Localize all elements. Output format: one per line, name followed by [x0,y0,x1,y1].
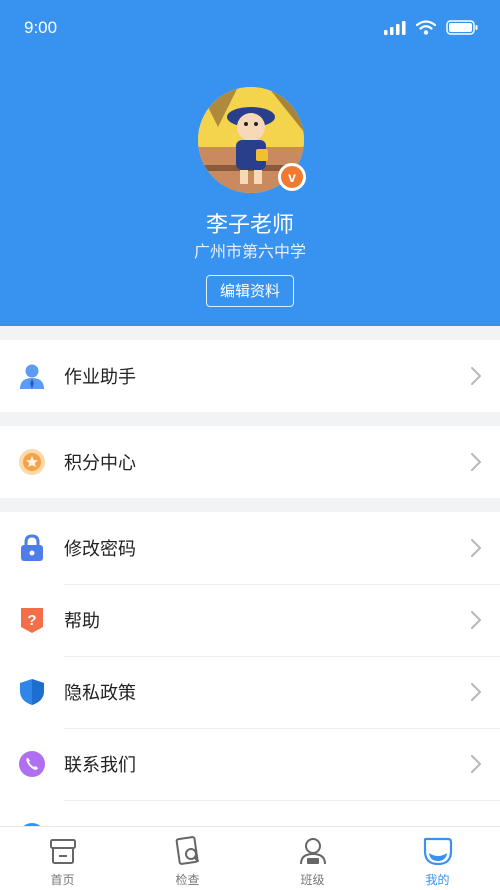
person-icon [20,364,44,389]
tab-class[interactable]: 班级 [250,827,375,890]
status-time: 9:00 [24,18,58,37]
menu-item-contact[interactable]: 联系我们 [0,728,500,800]
tab-mine[interactable]: 我的 [375,827,500,890]
menu-group-settings: 修改密码 ? 帮助 隐私政策 联系我们 [0,512,500,826]
menu-item-label: 帮助 [64,611,100,632]
tab-label: 我的 [425,873,450,887]
wifi-icon [416,20,436,35]
verified-badge: v [278,163,306,191]
shield-icon [20,679,44,705]
check-icon [175,836,199,865]
tab-label: 检查 [175,873,200,887]
svg-text:?: ? [27,612,36,629]
edit-profile-button[interactable]: 编辑资料 [206,275,294,307]
help-icon: ? [21,608,43,633]
chevron-right-icon [471,683,482,701]
chevron-right-icon [471,755,482,773]
signal-icon [384,20,406,35]
chevron-right-icon [471,539,482,557]
menu-item-partial[interactable] [0,800,500,826]
school-name: 广州市第六中学 [193,242,306,261]
phone-icon [19,751,45,777]
menu-item-help[interactable]: ? 帮助 [0,584,500,656]
status-bar: 9:00 [0,0,500,60]
teacher-name: 李子老师 [205,213,294,238]
menu-item-label: 隐私政策 [64,683,136,704]
tab-label: 首页 [50,873,75,887]
menu-item-privacy[interactable]: 隐私政策 [0,656,500,728]
menu-item-label: 积分中心 [64,453,136,474]
menu-item-homework[interactable]: 作业助手 [0,340,500,412]
menu-group-homework: 作业助手 [0,340,500,412]
menu-item-points[interactable]: 积分中心 [0,426,500,498]
points-coin-icon [19,449,45,475]
menu-group-points: 积分中心 [0,426,500,498]
tab-home[interactable]: 首页 [0,827,125,890]
tab-check[interactable]: 检查 [125,827,250,890]
menu-item-label: 联系我们 [64,755,136,776]
tab-label: 班级 [300,873,325,887]
lock-icon [21,534,43,561]
chevron-right-icon [471,367,482,385]
bottom-tab-bar: 首页 检查 班级 我的 [0,826,500,890]
menu-item-label: 作业助手 [64,367,136,388]
chevron-right-icon [471,453,482,471]
home-icon [49,839,76,864]
profile-header: 9:00 v 李子老师 广州市第六中学 编辑资料 [0,0,500,326]
menu-item-label: 修改密码 [64,539,136,560]
status-icons [384,20,478,35]
class-icon [299,838,326,865]
mine-icon [423,837,452,866]
chevron-right-icon [471,611,482,629]
battery-icon [446,20,478,35]
avatar[interactable]: v [198,87,306,193]
menu-item-password[interactable]: 修改密码 [0,512,500,584]
